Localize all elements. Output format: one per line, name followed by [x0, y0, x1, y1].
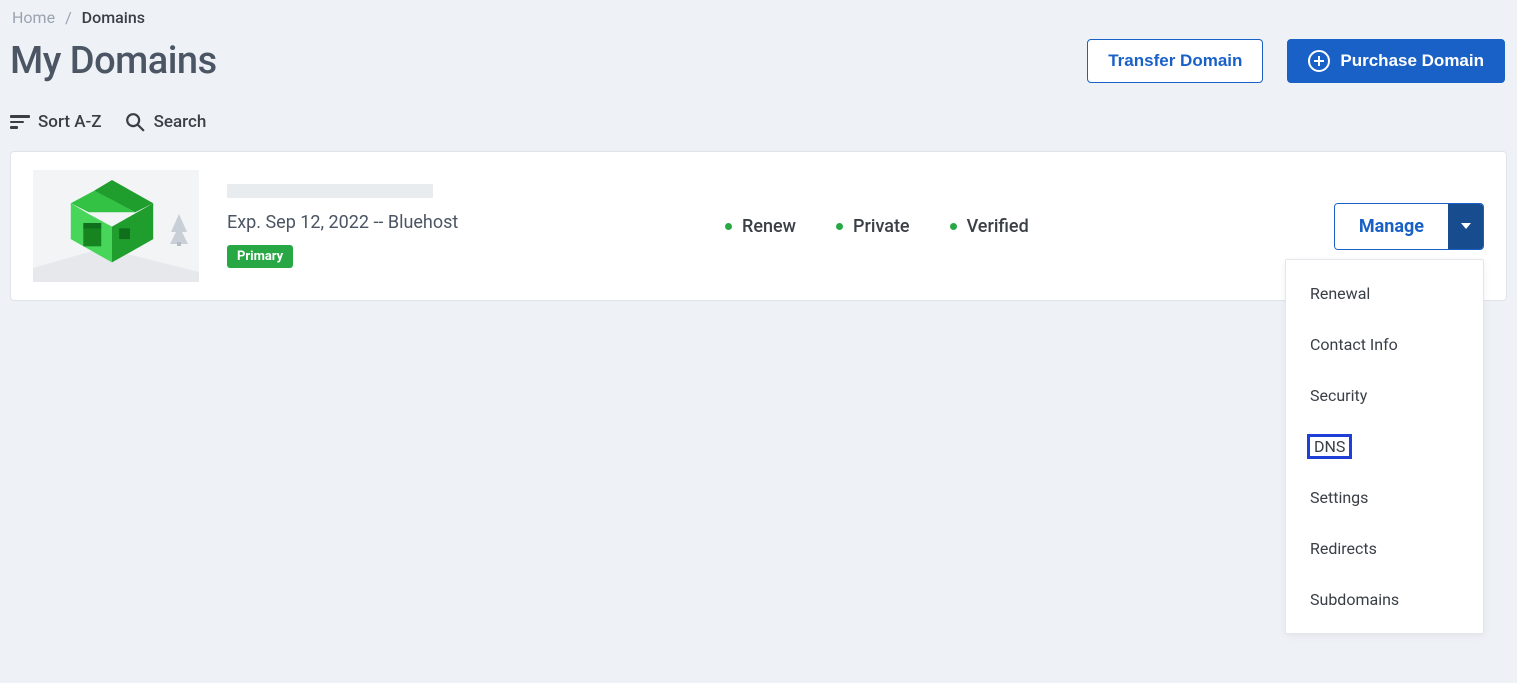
dropdown-item-security[interactable]: Security	[1286, 370, 1483, 421]
manage-button[interactable]: Manage	[1335, 204, 1448, 249]
search-label: Search	[154, 112, 207, 132]
search-button[interactable]: Search	[124, 111, 207, 133]
breadcrumb-home-link[interactable]: Home	[12, 8, 55, 27]
status-renew[interactable]: Renew	[725, 216, 796, 237]
dropdown-item-redirects[interactable]: Redirects	[1286, 523, 1483, 574]
status-verified-label: Verified	[967, 216, 1029, 237]
domain-name-redacted	[227, 184, 433, 198]
purchase-domain-label: Purchase Domain	[1340, 51, 1484, 71]
breadcrumb-separator: /	[65, 8, 72, 27]
status-renew-label: Renew	[742, 216, 796, 237]
breadcrumb: Home / Domains	[10, 6, 1507, 35]
dropdown-item-subdomains[interactable]: Subdomains	[1286, 574, 1483, 625]
status-dot-icon	[950, 223, 957, 230]
page-header: My Domains Transfer Domain Purchase Doma…	[10, 35, 1507, 103]
house-icon	[67, 180, 157, 266]
plus-circle-icon	[1308, 50, 1330, 72]
dropdown-item-renewal[interactable]: Renewal	[1286, 268, 1483, 319]
status-private-label: Private	[853, 216, 910, 237]
toolbar: Sort A-Z Search	[10, 103, 1507, 151]
status-private[interactable]: Private	[836, 216, 910, 237]
dropdown-item-settings[interactable]: Settings	[1286, 472, 1483, 523]
sort-label: Sort A-Z	[38, 112, 102, 132]
domain-card: Exp. Sep 12, 2022 -- Bluehost Primary Re…	[10, 151, 1507, 301]
status-dot-icon	[725, 223, 732, 230]
dropdown-item-contact-info[interactable]: Contact Info	[1286, 319, 1483, 370]
breadcrumb-current: Domains	[82, 8, 145, 27]
tree-icon	[169, 214, 189, 246]
domain-thumbnail	[33, 170, 199, 282]
manage-dropdown-wrap: Manage Renewal Contact Info Security DNS…	[1334, 203, 1484, 250]
page-title: My Domains	[10, 39, 217, 83]
manage-dropdown-menu: Renewal Contact Info Security DNS Settin…	[1285, 259, 1484, 634]
domain-status-group: Renew Private Verified	[725, 216, 1029, 237]
status-verified[interactable]: Verified	[950, 216, 1029, 237]
sort-icon	[10, 115, 30, 129]
header-actions: Transfer Domain Purchase Domain	[1087, 39, 1505, 83]
sort-button[interactable]: Sort A-Z	[10, 112, 102, 132]
dropdown-item-dns[interactable]: DNS	[1304, 431, 1355, 462]
manage-split-button: Manage	[1334, 203, 1484, 250]
transfer-domain-button[interactable]: Transfer Domain	[1087, 39, 1263, 83]
search-icon	[124, 111, 146, 133]
manage-caret-button[interactable]	[1448, 204, 1483, 249]
domain-expiration: Exp. Sep 12, 2022 -- Bluehost	[227, 212, 687, 233]
transfer-domain-label: Transfer Domain	[1108, 51, 1242, 71]
chevron-down-icon	[1461, 223, 1471, 229]
status-dot-icon	[836, 223, 843, 230]
domain-info: Exp. Sep 12, 2022 -- Bluehost Primary	[227, 184, 687, 268]
primary-badge: Primary	[227, 245, 293, 268]
purchase-domain-button[interactable]: Purchase Domain	[1287, 39, 1505, 83]
